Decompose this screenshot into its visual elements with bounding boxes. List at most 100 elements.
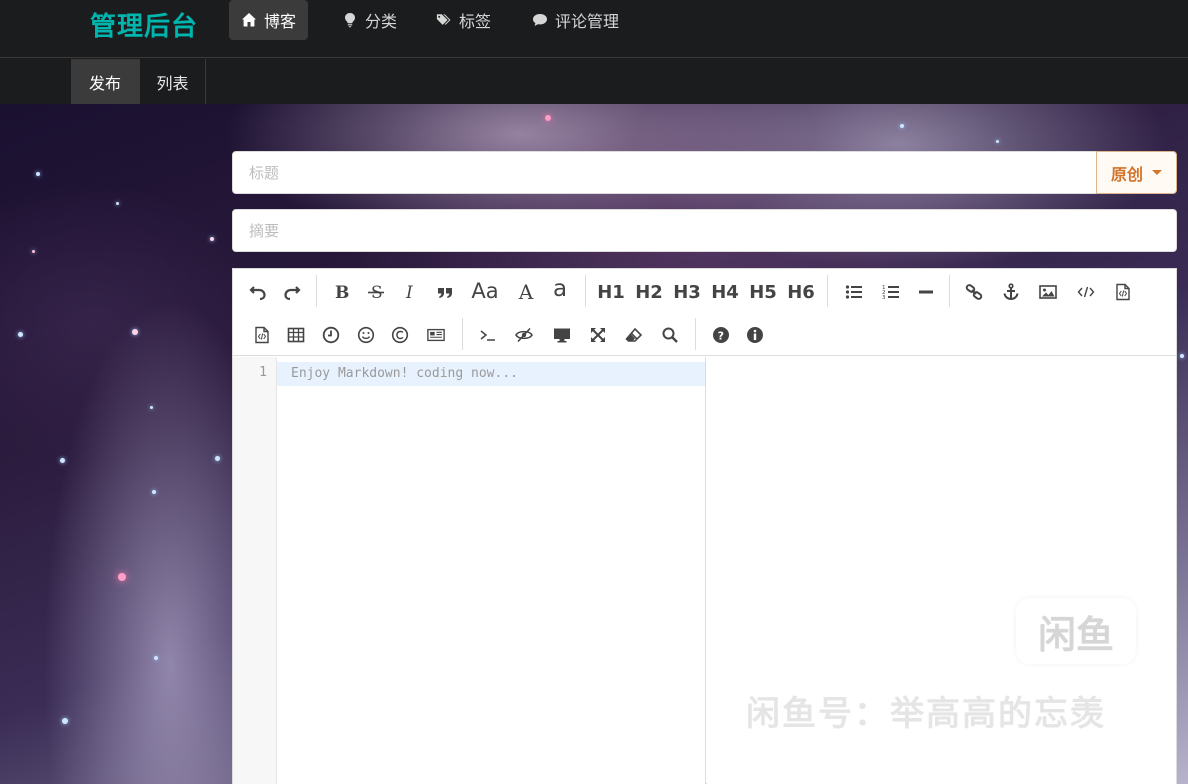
watch-button[interactable] bbox=[511, 320, 537, 350]
star bbox=[152, 490, 156, 494]
h2-button[interactable]: H2 bbox=[633, 277, 665, 307]
star bbox=[118, 573, 126, 581]
redo-button[interactable] bbox=[279, 277, 305, 307]
subnav-item-list[interactable]: 列表 bbox=[140, 59, 206, 104]
eraser-icon bbox=[625, 327, 643, 342]
italic-icon: I bbox=[405, 283, 413, 301]
h6-button[interactable]: H6 bbox=[785, 277, 817, 307]
clock-icon bbox=[322, 326, 340, 344]
anchor-icon bbox=[1003, 283, 1019, 301]
star bbox=[36, 172, 40, 176]
undo-button[interactable] bbox=[245, 277, 271, 307]
article-type-dropdown[interactable]: 原创 bbox=[1096, 151, 1177, 194]
ordered-list-icon: 123 bbox=[882, 285, 899, 301]
lightbulb-icon bbox=[345, 13, 355, 28]
strikethrough-button[interactable]: S bbox=[363, 277, 389, 307]
bold-icon: B bbox=[335, 283, 349, 301]
markdown-code-pane[interactable]: Enjoy Markdown! coding now... bbox=[277, 357, 706, 784]
star bbox=[996, 140, 999, 143]
nav-item-blog[interactable]: 博客 bbox=[229, 0, 309, 40]
nav-item-category[interactable]: 分类 bbox=[330, 0, 409, 40]
star bbox=[900, 124, 904, 128]
toolbar-divider bbox=[695, 318, 696, 350]
unordered-list-button[interactable] bbox=[841, 277, 867, 307]
xianyu-watermark-logo: 闲鱼 bbox=[1016, 598, 1136, 664]
svg-text:3: 3 bbox=[882, 295, 886, 301]
title-input[interactable] bbox=[232, 151, 1098, 194]
horizontal-rule-button[interactable] bbox=[913, 277, 939, 307]
table-button[interactable] bbox=[283, 320, 309, 350]
preformatted-code-icon bbox=[1116, 283, 1130, 301]
h3-button[interactable]: H3 bbox=[671, 277, 703, 307]
subnav-item-publish[interactable]: 发布 bbox=[71, 59, 140, 104]
watermark-text: 闲鱼号：举高高的忘羡 bbox=[746, 694, 1106, 734]
clear-button[interactable] bbox=[621, 320, 647, 350]
fullscreen-button[interactable] bbox=[585, 320, 611, 350]
line-number-gutter: 1 bbox=[233, 357, 277, 784]
image-button[interactable] bbox=[1035, 277, 1061, 307]
nav-item-label: 标签 bbox=[459, 12, 492, 31]
pagebreak-button[interactable] bbox=[423, 320, 449, 350]
search-icon bbox=[662, 327, 678, 343]
newspaper-icon bbox=[427, 328, 445, 342]
italic-button[interactable]: I bbox=[397, 277, 423, 307]
code-block-icon bbox=[255, 326, 269, 344]
brand-title[interactable]: 管理后台 bbox=[90, 6, 198, 43]
star bbox=[132, 329, 138, 335]
info-button[interactable] bbox=[742, 320, 768, 350]
quote-icon bbox=[438, 288, 452, 298]
watermark-logo-text: 闲鱼 bbox=[1037, 612, 1114, 657]
strikethrough-icon: S bbox=[368, 283, 384, 301]
lowercase-button[interactable]: a bbox=[547, 274, 573, 304]
star bbox=[60, 458, 65, 463]
nav-item-comments[interactable]: 评论管理 bbox=[520, 0, 631, 40]
home-icon bbox=[242, 13, 256, 27]
preformatted-code-button[interactable] bbox=[1110, 277, 1136, 307]
uppercase-button[interactable]: Aa bbox=[467, 276, 503, 306]
svg-text:?: ? bbox=[718, 330, 724, 343]
redo-icon bbox=[284, 286, 301, 301]
sub-navbar: 发布 列表 bbox=[0, 59, 1188, 104]
help-button[interactable]: ? bbox=[708, 320, 734, 350]
star bbox=[150, 406, 153, 409]
toolbar-divider bbox=[462, 318, 463, 350]
copyright-icon bbox=[391, 326, 409, 344]
emoji-button[interactable] bbox=[353, 320, 379, 350]
titlecase-button[interactable]: A bbox=[513, 277, 539, 307]
terminal-icon bbox=[480, 330, 495, 341]
ordered-list-button[interactable]: 123 bbox=[878, 277, 904, 307]
star bbox=[154, 656, 158, 660]
code-block-button[interactable] bbox=[249, 320, 275, 350]
editor-placeholder: Enjoy Markdown! coding now... bbox=[291, 366, 518, 381]
html-entities-button[interactable] bbox=[387, 320, 413, 350]
h1-button[interactable]: H1 bbox=[595, 277, 627, 307]
eye-slash-icon bbox=[515, 327, 533, 343]
datetime-button[interactable] bbox=[318, 320, 344, 350]
bold-button[interactable]: B bbox=[328, 277, 354, 307]
nav-item-tags[interactable]: 标签 bbox=[424, 0, 503, 40]
h4-button[interactable]: H4 bbox=[709, 277, 741, 307]
link-button[interactable] bbox=[961, 277, 987, 307]
goto-line-button[interactable] bbox=[475, 320, 501, 350]
summary-input[interactable] bbox=[232, 209, 1177, 252]
star bbox=[62, 718, 68, 724]
quote-button[interactable] bbox=[432, 277, 458, 307]
svg-text:I: I bbox=[405, 283, 413, 301]
star bbox=[210, 237, 214, 241]
help-icon: ? bbox=[713, 327, 729, 343]
search-button[interactable] bbox=[657, 320, 683, 350]
image-icon bbox=[1039, 285, 1057, 299]
anchor-button[interactable] bbox=[998, 277, 1024, 307]
nav-item-label: 博客 bbox=[264, 12, 297, 31]
toolbar-divider bbox=[827, 275, 828, 307]
preview-button[interactable] bbox=[549, 320, 575, 350]
info-icon bbox=[747, 327, 763, 343]
star bbox=[116, 202, 119, 205]
h5-button[interactable]: H5 bbox=[747, 277, 779, 307]
article-type-value: 原创 bbox=[1110, 164, 1143, 184]
toolbar-divider bbox=[316, 275, 317, 307]
caret-down-icon bbox=[1152, 170, 1162, 175]
link-icon bbox=[965, 284, 983, 300]
editor-toolbar: B S I Aa A a H1 H2 H3 H4 H5 H6 123 ? bbox=[233, 269, 1176, 356]
code-button[interactable] bbox=[1073, 277, 1099, 307]
